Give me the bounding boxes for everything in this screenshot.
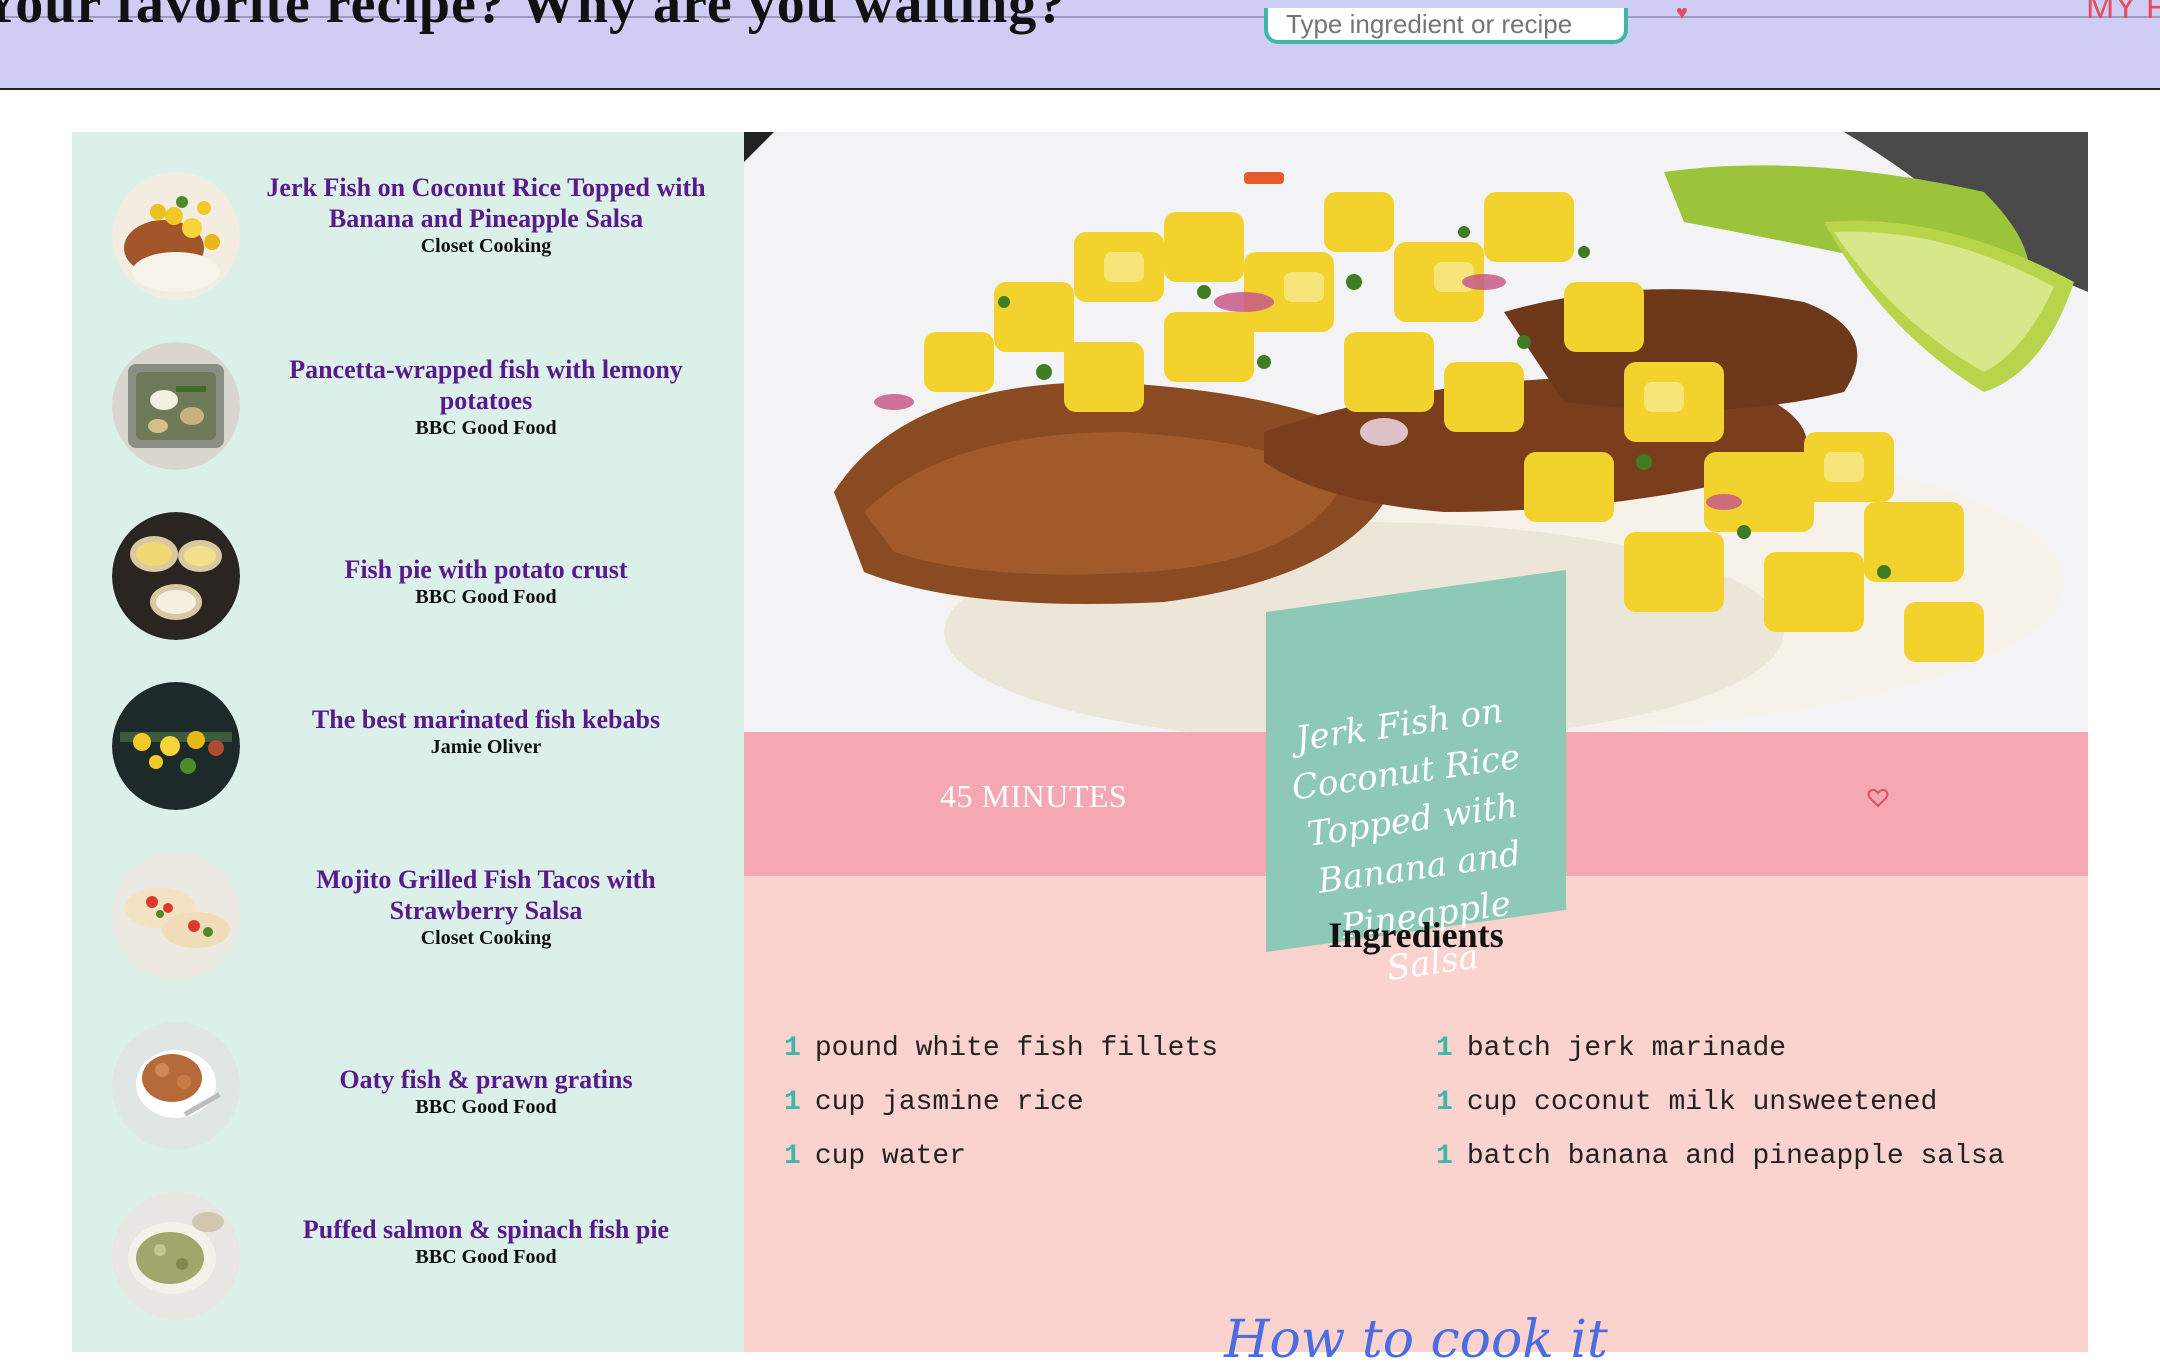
recipe-thumbnail (112, 852, 240, 980)
ingredient-item: 1 batch banana and pineapple salsa (1436, 1140, 2056, 1174)
ingredient-item: 1 batch jerk marinade (1436, 1032, 2056, 1066)
ingredient-text: pound white fish fillets (814, 1033, 1219, 1064)
recipe-thumbnail (112, 1022, 240, 1150)
ingredient-text: batch banana and pineapple salsa (1466, 1141, 2005, 1172)
ingredient-item: 1 pound white fish fillets (784, 1032, 1404, 1066)
ingredients-list-right: 1 batch jerk marinade 1 cup coconut milk u… (1436, 1032, 2056, 1194)
recipe-list-title: Fish pie with potato crust (344, 555, 628, 584)
recipe-list-source: BBC Good Food (415, 1096, 557, 1118)
recipe-thumbnail (112, 1192, 240, 1320)
ingredient-text: batch jerk marinade (1466, 1033, 1787, 1064)
ingredient-qty: 1 (784, 1141, 801, 1172)
ingredient-qty: 1 (1436, 1141, 1453, 1172)
recipe-list-text: Fish pie with potato crust BBC Good Food (258, 554, 714, 609)
recipe-detail: 45 MINUTES S Jerk Fish on Coconut Rice T… (744, 132, 2088, 1370)
heart-outline-icon[interactable] (1866, 786, 1890, 810)
ingredient-text: cup water (814, 1141, 967, 1172)
recipe-list-source: BBC Good Food (415, 586, 557, 608)
recipe-list-title: Puffed salmon & spinach fish pie (302, 1215, 670, 1244)
recipe-list-text: Pancetta-wrapped fish with lemony potato… (258, 354, 714, 440)
recipe-list-item[interactable]: The best marinated fish kebabs Jamie Oli… (72, 682, 744, 822)
recipe-list-item[interactable]: Pancetta-wrapped fish with lemony potato… (72, 342, 744, 482)
nav-favorites-link[interactable]: MY FAV (2086, 0, 2160, 27)
ingredient-item: 1 cup water (784, 1140, 1404, 1174)
recipe-list-text: Puffed salmon & spinach fish pie BBC Goo… (258, 1214, 714, 1269)
recipe-thumbnail (112, 512, 240, 640)
recipe-thumbnail (112, 342, 240, 470)
top-header: Your favorite recipe? Why are you waitin… (0, 0, 2160, 90)
heart-icon[interactable]: ♥ (1676, 2, 1688, 25)
site-tagline: Your favorite recipe? Why are you waitin… (0, 0, 1067, 35)
ingredient-text: cup coconut milk unsweetened (1466, 1087, 1938, 1118)
recipe-list-item[interactable]: Oaty fish & prawn gratins BBC Good Food (72, 1022, 744, 1162)
recipe-list-source: BBC Good Food (415, 417, 557, 439)
recipe-title-banner: Jerk Fish on Coconut Rice Topped with Ba… (1266, 569, 1566, 989)
ingredient-qty: 1 (1436, 1087, 1453, 1118)
ingredient-text: cup jasmine rice (814, 1087, 1084, 1118)
recipe-list-source: BBC Good Food (415, 1246, 557, 1268)
recipe-list-item[interactable]: Fish pie with potato crust BBC Good Food (72, 512, 744, 652)
recipe-list-source: Jamie Oliver (430, 736, 542, 758)
ingredient-qty: 1 (784, 1033, 801, 1064)
recipe-list-sidebar: Jerk Fish on Coconut Rice Topped with Ba… (72, 132, 744, 1352)
recipe-list-text: Jerk Fish on Coconut Rice Topped with Ba… (258, 172, 714, 258)
ingredients-list-left: 1 pound white fish fillets 1 cup jasmine r… (784, 1032, 1404, 1194)
recipe-list-source: Closet Cooking (420, 235, 552, 257)
recipe-list-item[interactable]: Jerk Fish on Coconut Rice Topped with Ba… (72, 172, 744, 312)
recipe-list-text: Mojito Grilled Fish Tacos with Strawberr… (258, 864, 714, 950)
ingredients-heading: Ingredients (1328, 915, 1504, 955)
recipe-list-text: Oaty fish & prawn gratins BBC Good Food (258, 1064, 714, 1119)
recipe-list-item[interactable]: Mojito Grilled Fish Tacos with Strawberr… (72, 852, 744, 992)
recipe-list-item[interactable]: Puffed salmon & spinach fish pie BBC Goo… (72, 1192, 744, 1332)
cook-time: 45 MINUTES (940, 778, 1128, 814)
ingredient-item: 1 cup jasmine rice (784, 1086, 1404, 1120)
ingredient-item: 1 cup coconut milk unsweetened (1436, 1086, 2056, 1120)
how-to-cook-heading: How to cook it (1224, 1310, 1608, 1370)
recipe-thumbnail (112, 172, 240, 300)
ingredient-qty: 1 (1436, 1033, 1453, 1064)
recipe-list-text: The best marinated fish kebabs Jamie Oli… (258, 704, 714, 759)
recipe-thumbnail (112, 682, 240, 810)
recipe-list-source: Closet Cooking (420, 927, 552, 949)
search-input[interactable] (1264, 8, 1628, 44)
recipe-title: Jerk Fish on Coconut Rice Topped with Ba… (1289, 690, 1524, 990)
recipe-list-title: Pancetta-wrapped fish with lemony potato… (289, 355, 683, 415)
recipe-list-title: The best marinated fish kebabs (311, 705, 661, 734)
ingredient-qty: 1 (784, 1087, 801, 1118)
recipe-list-title: Mojito Grilled Fish Tacos with Strawberr… (316, 865, 656, 925)
recipe-list-title: Jerk Fish on Coconut Rice Topped with Ba… (266, 173, 706, 233)
recipe-list-title: Oaty fish & prawn gratins (339, 1065, 633, 1094)
